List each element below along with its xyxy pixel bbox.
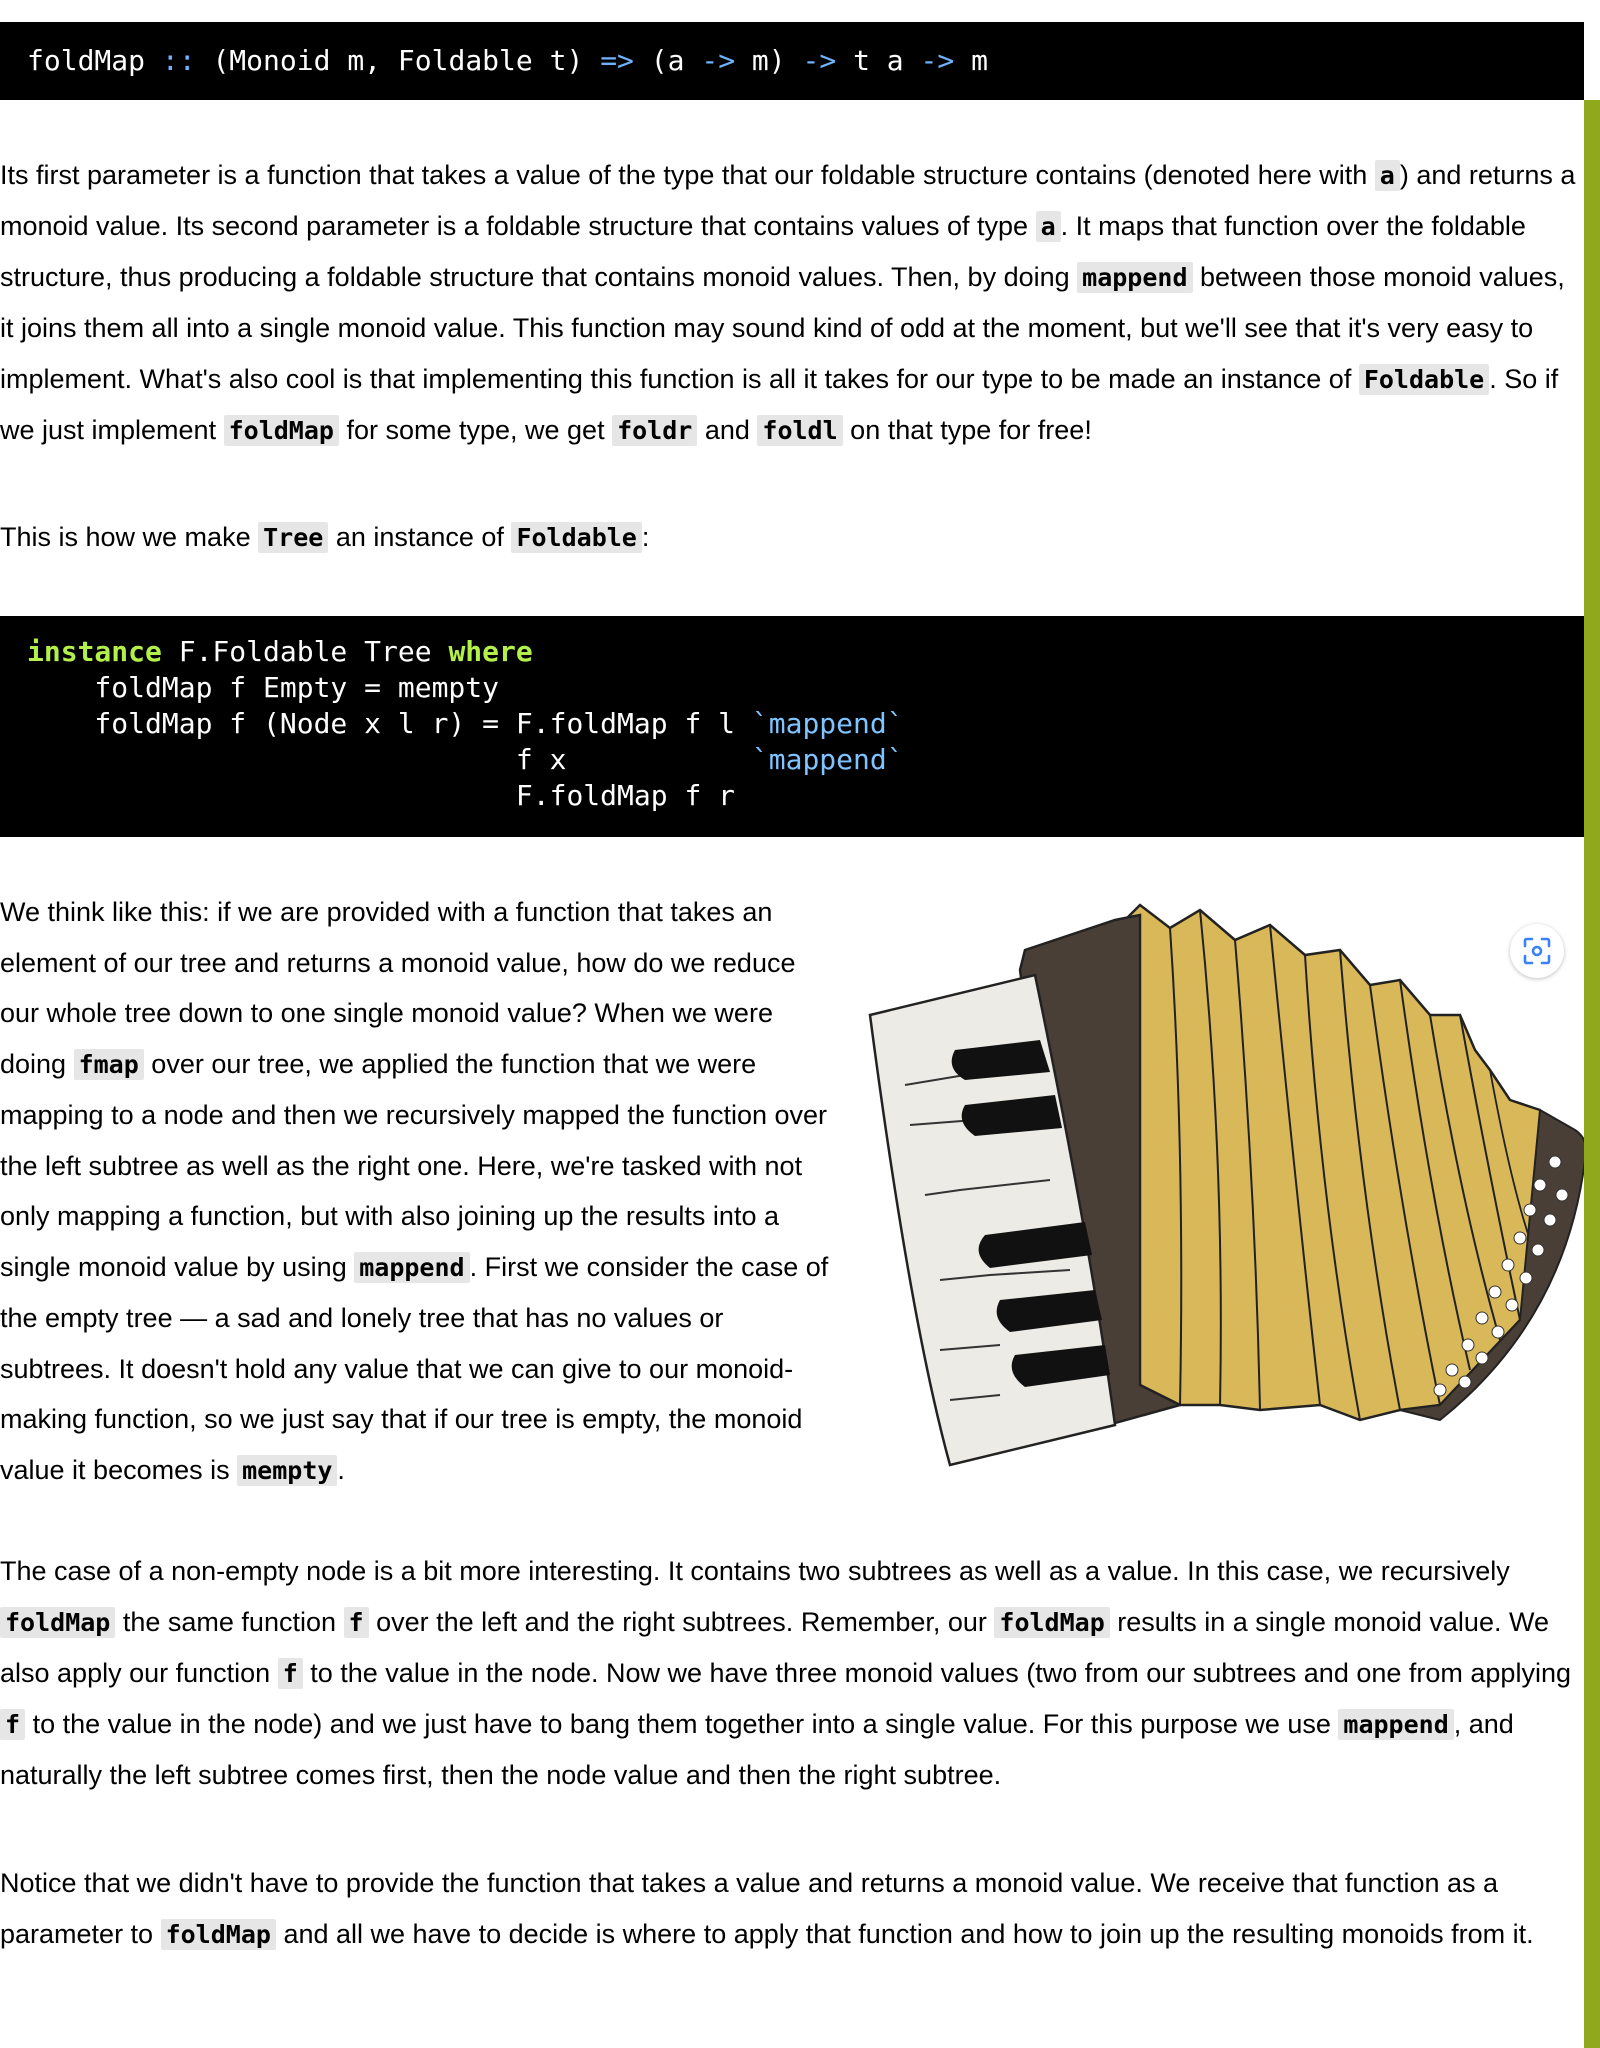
inline-code: mappend (354, 1251, 470, 1283)
paragraph-function-parameter-note: Notice that we didn't have to provide th… (0, 1858, 1584, 1960)
sig-function-name: foldMap (27, 44, 146, 77)
sig-dcolon: :: (161, 44, 196, 77)
text-run: the same function (115, 1607, 344, 1637)
inline-code: a (1035, 211, 1061, 242)
text-run: over the left and the right subtrees. Re… (368, 1607, 995, 1637)
paragraph-foldmap-reasoning: We think like this: if we are provided w… (0, 887, 830, 1496)
inline-code: Foldable (1358, 364, 1490, 395)
accordion-illustration (868, 903, 1588, 1467)
foldable-instance-code-block: instance F.Foldable Tree where foldMap f… (0, 616, 1584, 837)
sig-result: m (971, 44, 988, 77)
sig-constraints: (Monoid m, Foldable t) (212, 44, 584, 77)
text-run: over our tree, we applied the function t… (0, 1048, 828, 1282)
image-expand-icon (1523, 937, 1551, 965)
code-line: foldMap f Empty = mempty (27, 671, 500, 704)
code-line: foldMap f (Node x l r) = F.foldMap f l (27, 707, 752, 740)
sig-arrow: -> (802, 44, 837, 77)
text-run: . First we consider the case of the empt… (0, 1251, 829, 1485)
text-run: : (641, 522, 650, 552)
accordion-bellows (1113, 903, 1562, 1422)
sig-arrow-fat: => (600, 44, 634, 77)
inline-code: f (0, 1709, 26, 1740)
code-line: F.foldMap f r (27, 779, 736, 812)
paragraph-non-empty-node: The case of a non-empty node is a bit mo… (0, 1546, 1584, 1801)
code-keyword: where (448, 635, 533, 668)
text-run: The case of a non-empty node is a bit mo… (0, 1556, 1510, 1586)
paragraph-tree-instance-intro: This is how we make Tree an instance of … (0, 512, 1584, 563)
code-text: F.Foldable Tree (161, 635, 449, 668)
inline-code: foldMap (223, 415, 339, 446)
inline-code: fmap (73, 1048, 144, 1080)
text-run: This is how we make (0, 522, 259, 552)
sig-arg2: t a (853, 44, 904, 77)
sig-arrow: -> (701, 44, 736, 77)
sig-arg1-end: m) (751, 44, 786, 77)
inline-code: foldl (757, 415, 843, 446)
sig-arg1: (a (650, 44, 685, 77)
type-signature-code-block: foldMap :: (Monoid m, Foldable t) => (a … (0, 22, 1584, 100)
page-accent-bar (1584, 100, 1600, 2048)
sig-arrow: -> (920, 44, 955, 77)
code-keyword: instance (27, 635, 162, 668)
text-run: for some type, we get (338, 415, 613, 445)
inline-code: f (277, 1658, 303, 1689)
paragraph-foldmap-explanation: Its first parameter is a function that t… (0, 150, 1584, 456)
text-run: an instance of (328, 522, 512, 552)
inline-code: foldMap (994, 1607, 1110, 1638)
text-run: and (697, 415, 758, 445)
text-run: to the value in the node. Now we have th… (302, 1658, 1571, 1688)
text-run: Its first parameter is a function that t… (0, 160, 1375, 190)
inline-code: mappend (1077, 262, 1193, 293)
image-expand-button[interactable] (1510, 924, 1564, 978)
code-backtick-op: `mappend` (751, 707, 904, 740)
inline-code: foldMap (160, 1919, 276, 1950)
inline-code: a (1374, 160, 1400, 191)
inline-code: f (343, 1607, 369, 1638)
inline-code: foldMap (0, 1607, 116, 1638)
text-run: . (337, 1454, 345, 1485)
inline-code: mempty (237, 1454, 338, 1486)
text-run: to the value in the node) and we just ha… (25, 1709, 1339, 1739)
text-run: on that type for free! (842, 415, 1092, 445)
inline-code: foldr (612, 415, 698, 446)
inline-code: Foldable (511, 522, 642, 553)
inline-code: Tree (258, 522, 329, 553)
text-run: and all we have to decide is where to ap… (275, 1919, 1534, 1949)
code-line: f x (27, 743, 752, 776)
code-backtick-op: `mappend` (751, 743, 904, 776)
inline-code: mappend (1338, 1709, 1454, 1740)
